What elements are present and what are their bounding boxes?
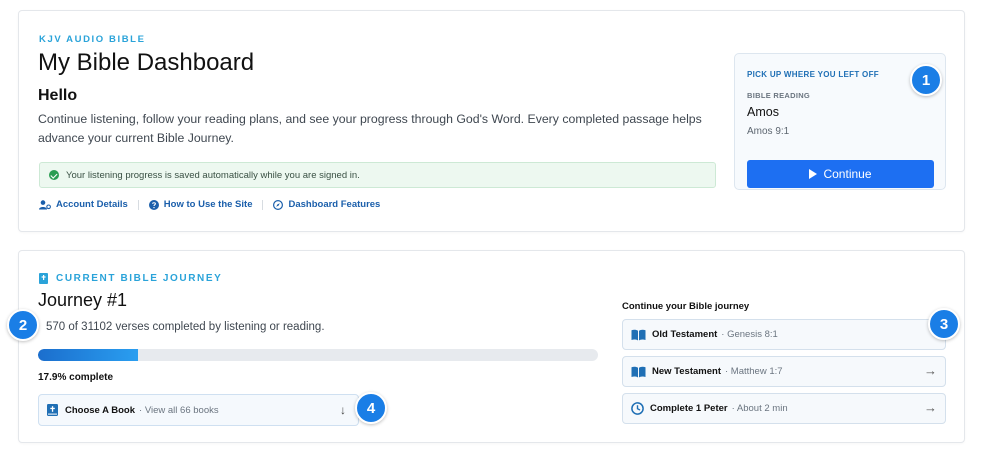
- new-testament-label: New Testament: [652, 366, 721, 377]
- bible-icon: [47, 404, 58, 416]
- old-testament-item[interactable]: Old Testament · Genesis 8:1: [622, 319, 946, 350]
- arrow-right-icon: →: [924, 363, 937, 378]
- link-divider: [137, 199, 139, 210]
- old-testament-label: Old Testament: [652, 329, 718, 340]
- annotation-badge-4: 4: [355, 392, 387, 424]
- choose-book-sub-text: View all 66 books: [144, 404, 219, 416]
- link-divider: [262, 199, 264, 210]
- complete-1-peter-item[interactable]: Complete 1 Peter · About 2 min →: [622, 393, 946, 424]
- resume-eyebrow: PICK UP WHERE YOU LEFT OFF: [747, 70, 879, 79]
- bible-icon: [39, 273, 48, 284]
- new-testament-ref: Matthew 1:7: [730, 366, 783, 377]
- autosave-notice-text: Your listening progress is saved automat…: [66, 169, 360, 181]
- dashboard-features-link[interactable]: Dashboard Features: [273, 199, 380, 210]
- old-testament-ref: Genesis 8:1: [727, 329, 778, 340]
- continue-journey-title: Continue your Bible journey: [622, 301, 750, 312]
- annotation-badge-2: 2: [7, 309, 39, 341]
- choose-book-label: Choose A Book: [65, 404, 136, 416]
- how-to-use-link[interactable]: How to Use the Site: [148, 199, 253, 210]
- journey-percent: 17.9% complete: [38, 372, 114, 383]
- arrow-down-icon: ↓: [340, 403, 346, 417]
- dashboard-features-label: Dashboard Features: [288, 199, 381, 210]
- compass-icon: [273, 199, 284, 210]
- resume-book: Amos: [747, 105, 779, 119]
- help-links: Account Details How to Use the Site Dash…: [39, 199, 380, 210]
- annotation-badge-1: 1: [910, 64, 942, 96]
- greeting: Hello: [38, 87, 78, 104]
- open-book-icon: [631, 366, 646, 377]
- resume-label: BIBLE READING: [747, 91, 811, 100]
- new-testament-sub: · Matthew 1:7: [724, 366, 783, 377]
- new-testament-item[interactable]: New Testament · Matthew 1:7 →: [622, 356, 946, 387]
- check-circle-icon: [49, 170, 59, 180]
- autosave-notice: Your listening progress is saved automat…: [39, 162, 716, 188]
- how-to-use-label: How to Use the Site: [163, 199, 253, 210]
- dashboard-header-card: KJV AUDIO BIBLE My Bible Dashboard Hello…: [18, 10, 965, 232]
- journey-title: Journey #1: [38, 290, 128, 310]
- complete-1-peter-time: About 2 min: [736, 403, 788, 414]
- journey-progress-bar: [38, 349, 598, 361]
- choose-book-sub: · View all 66 books: [139, 404, 219, 416]
- annotation-badge-3: 3: [928, 308, 960, 340]
- continue-button[interactable]: Continue: [747, 160, 934, 188]
- choose-book-button[interactable]: Choose A Book · View all 66 books ↓: [38, 394, 359, 426]
- journey-eyebrow: CURRENT BIBLE JOURNEY: [39, 273, 222, 284]
- account-details-link[interactable]: Account Details: [39, 199, 128, 210]
- site-eyebrow: KJV AUDIO BIBLE: [39, 34, 146, 45]
- complete-1-peter-sub: · About 2 min: [731, 403, 788, 414]
- continue-button-label: Continue: [823, 167, 872, 181]
- question-circle-icon: [148, 199, 159, 210]
- old-testament-sub: · Genesis 8:1: [721, 329, 778, 340]
- verses-progress-text: 570 of 31102 verses completed by listeni…: [46, 321, 325, 333]
- play-icon: [809, 169, 818, 179]
- user-gear-icon: [39, 199, 51, 209]
- open-book-icon: [631, 329, 646, 340]
- clock-icon: [631, 402, 644, 415]
- complete-1-peter-label: Complete 1 Peter: [650, 403, 728, 414]
- resume-reference: Amos 9:1: [747, 126, 790, 137]
- arrow-right-icon: →: [924, 400, 937, 415]
- page-title: My Bible Dashboard: [38, 49, 255, 76]
- intro-text: Continue listening, follow your reading …: [38, 112, 702, 145]
- journey-card: CURRENT BIBLE JOURNEY Journey #1 570 of …: [18, 250, 965, 443]
- journey-eyebrow-text: CURRENT BIBLE JOURNEY: [56, 273, 223, 284]
- journey-progress-fill: [38, 349, 139, 361]
- account-details-label: Account Details: [56, 199, 128, 210]
